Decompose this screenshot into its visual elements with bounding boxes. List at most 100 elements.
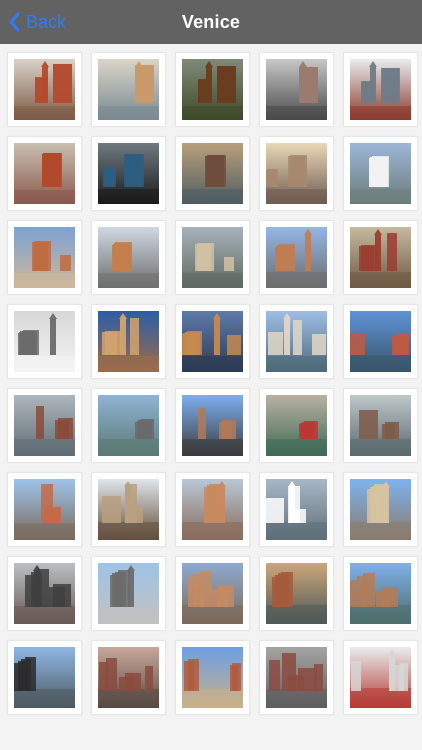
photo-thumbnail: [266, 647, 327, 708]
photo-thumbnail: [350, 563, 411, 624]
photo-thumbnail: [266, 143, 327, 204]
photo-tile[interactable]: [175, 640, 250, 715]
photo-image: [266, 143, 327, 204]
photo-tile[interactable]: [7, 136, 82, 211]
photo-tile[interactable]: [259, 304, 334, 379]
photo-image: [98, 647, 159, 708]
photo-image: [266, 647, 327, 708]
photo-tile[interactable]: [175, 556, 250, 631]
photo-image: [182, 59, 243, 120]
photo-image: [266, 311, 327, 372]
photo-thumbnail: [350, 479, 411, 540]
photo-thumbnail: [14, 311, 75, 372]
photo-tile[interactable]: [7, 388, 82, 463]
photo-tile[interactable]: [343, 556, 418, 631]
photo-tile[interactable]: [91, 304, 166, 379]
photo-tile[interactable]: [91, 52, 166, 127]
photo-image: [266, 395, 327, 456]
photo-tile[interactable]: [91, 640, 166, 715]
photo-thumbnail: [98, 395, 159, 456]
page-title: Venice: [181, 12, 241, 32]
photo-thumbnail: [350, 311, 411, 372]
photo-thumbnail: [98, 311, 159, 372]
photo-image: [182, 227, 243, 288]
photo-image: [14, 143, 75, 204]
photo-tile[interactable]: [175, 304, 250, 379]
photo-thumbnail: [350, 143, 411, 204]
photo-tile[interactable]: [7, 52, 82, 127]
photo-thumbnail: [350, 59, 411, 120]
photo-tile[interactable]: [343, 640, 418, 715]
photo-image: [350, 311, 411, 372]
photo-image: [98, 311, 159, 372]
photo-tile[interactable]: [175, 52, 250, 127]
photo-thumbnail: [98, 479, 159, 540]
photo-tile[interactable]: [175, 388, 250, 463]
photo-thumbnail: [266, 479, 327, 540]
photo-tile[interactable]: [259, 136, 334, 211]
photo-tile[interactable]: [259, 640, 334, 715]
photo-thumbnail: [182, 479, 243, 540]
photo-thumbnail: [350, 227, 411, 288]
photo-tile[interactable]: [259, 556, 334, 631]
photo-image: [14, 647, 75, 708]
photo-thumbnail: [98, 143, 159, 204]
photo-tile[interactable]: [259, 220, 334, 295]
photo-thumbnail: [266, 563, 327, 624]
photo-tile[interactable]: [175, 136, 250, 211]
photo-tile[interactable]: [7, 304, 82, 379]
photo-thumbnail: [14, 143, 75, 204]
photo-image: [182, 479, 243, 540]
photo-image: [98, 143, 159, 204]
photo-thumbnail: [14, 563, 75, 624]
photo-thumbnail: [182, 563, 243, 624]
photo-thumbnail: [266, 59, 327, 120]
photo-tile[interactable]: [175, 220, 250, 295]
photo-image: [14, 563, 75, 624]
photo-image: [182, 143, 243, 204]
photo-thumbnail: [182, 647, 243, 708]
photo-tile[interactable]: [175, 472, 250, 547]
photo-tile[interactable]: [91, 472, 166, 547]
photo-image: [14, 479, 75, 540]
photo-tile[interactable]: [91, 136, 166, 211]
photo-image: [98, 479, 159, 540]
photo-image: [14, 395, 75, 456]
photo-image: [14, 227, 75, 288]
photo-tile[interactable]: [343, 472, 418, 547]
photo-tile[interactable]: [343, 220, 418, 295]
photo-tile[interactable]: [259, 388, 334, 463]
photo-tile[interactable]: [91, 556, 166, 631]
photo-image: [182, 647, 243, 708]
photo-image: [350, 59, 411, 120]
photo-image: [266, 563, 327, 624]
photo-thumbnail: [266, 227, 327, 288]
photo-image: [350, 647, 411, 708]
photo-thumbnail: [350, 647, 411, 708]
photo-tile[interactable]: [343, 136, 418, 211]
photo-image: [350, 143, 411, 204]
photo-thumbnail: [14, 479, 75, 540]
photo-tile[interactable]: [343, 52, 418, 127]
photo-tile[interactable]: [91, 388, 166, 463]
photo-thumbnail: [98, 59, 159, 120]
photo-thumbnail: [182, 311, 243, 372]
photo-image: [182, 395, 243, 456]
photo-tile[interactable]: [7, 640, 82, 715]
photo-grid: [0, 44, 422, 750]
photo-thumbnail: [350, 395, 411, 456]
photo-tile[interactable]: [91, 220, 166, 295]
photo-tile[interactable]: [7, 472, 82, 547]
photo-thumbnail: [266, 395, 327, 456]
photo-image: [98, 395, 159, 456]
photo-thumbnail: [182, 143, 243, 204]
photo-image: [182, 311, 243, 372]
photo-thumbnail: [182, 227, 243, 288]
photo-tile[interactable]: [343, 304, 418, 379]
photo-tile[interactable]: [7, 556, 82, 631]
photo-tile[interactable]: [7, 220, 82, 295]
photo-tile[interactable]: [259, 52, 334, 127]
photo-tile[interactable]: [343, 388, 418, 463]
photo-image: [98, 563, 159, 624]
photo-tile[interactable]: [259, 472, 334, 547]
